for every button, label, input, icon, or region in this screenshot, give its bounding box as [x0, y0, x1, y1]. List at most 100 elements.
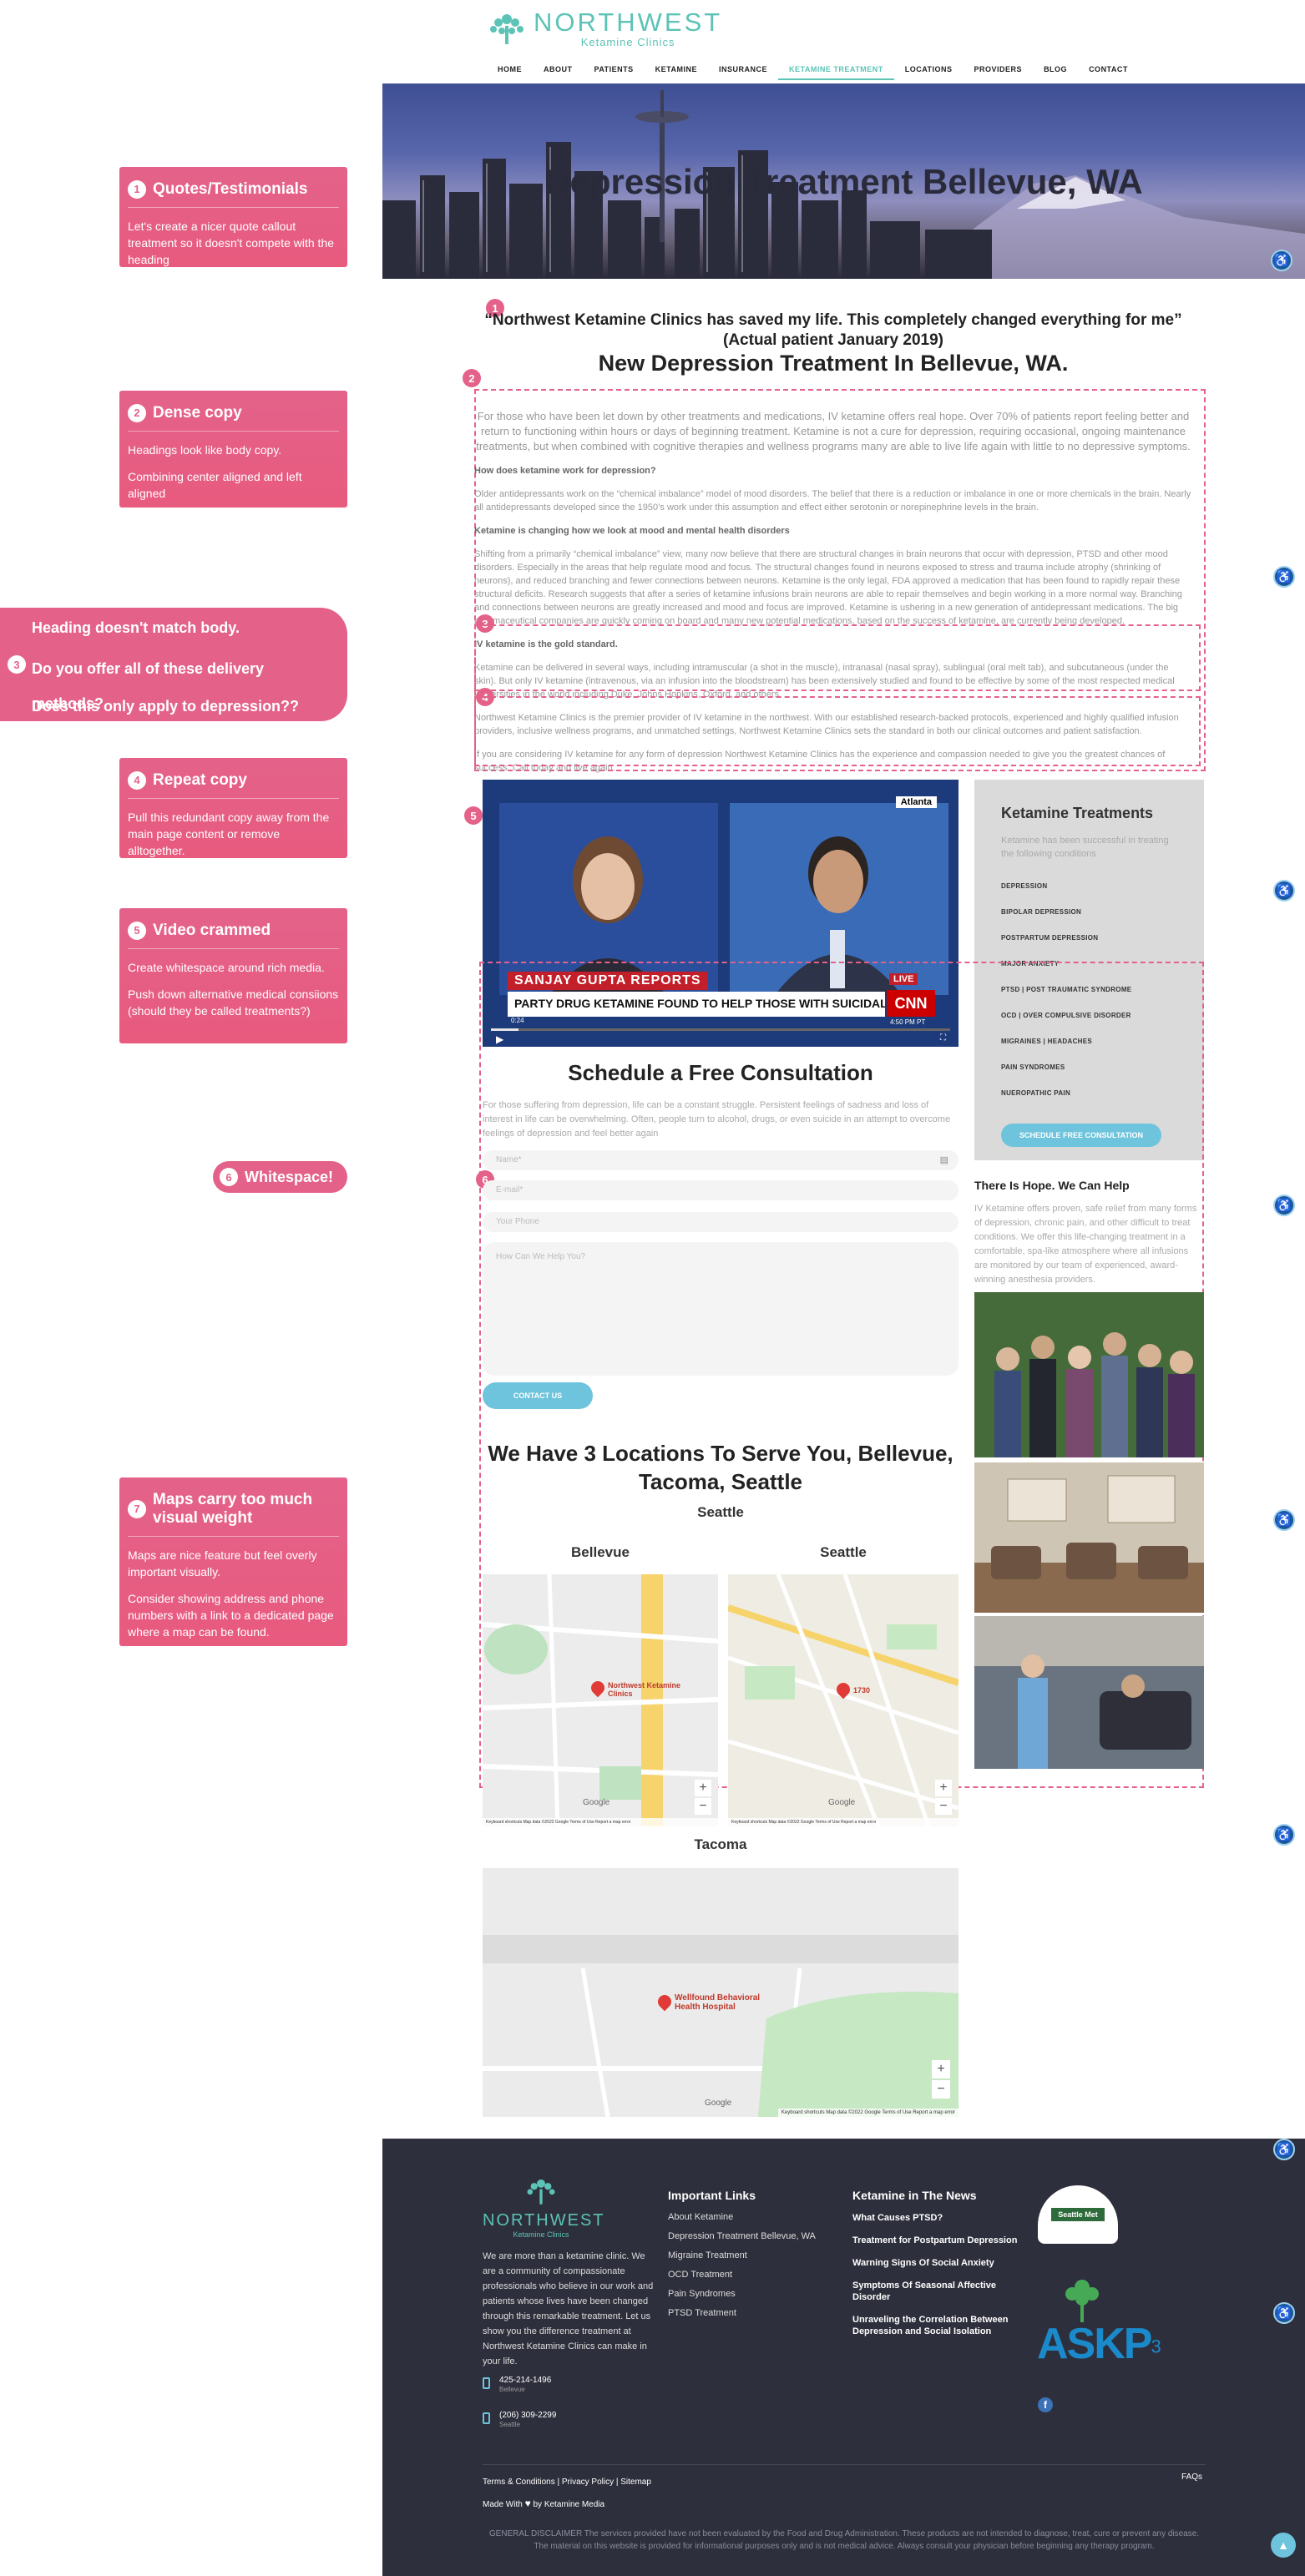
treatment-item[interactable]: BIPOLAR DEPRESSION	[1001, 908, 1177, 934]
zoom-in-icon[interactable]: +	[695, 1780, 711, 1796]
nav-providers[interactable]: PROVIDERS	[964, 62, 1034, 80]
locations-title: We Have 3 Locations To Serve You, Bellev…	[488, 1441, 953, 1494]
nav-locations[interactable]: LOCATIONS	[894, 62, 964, 80]
map-label-bellevue: Bellevue	[571, 1544, 630, 1560]
annotation-repeat-copy: 4 Repeat copy Pull this redundant copy aw…	[119, 758, 347, 858]
site-logo[interactable]: NORTHWEST Ketamine Clinics	[487, 7, 722, 50]
clinic-infusion-photo	[974, 1616, 1204, 1769]
phone-icon	[483, 2377, 490, 2389]
made-by-text[interactable]: by Ketamine Media	[533, 2500, 604, 2509]
logo-subtitle: Ketamine Clinics	[580, 35, 675, 48]
footer-phone-2[interactable]: (206) 309-2299	[499, 2411, 556, 2420]
annotation-dense-copy: 2 Dense copy Headings look like body copy…	[119, 391, 347, 508]
testimonial-quote: “Northwest Ketamine Clinics has saved my…	[484, 311, 1182, 349]
email-field[interactable]: E-mail*	[483, 1180, 959, 1200]
annotation-maps: 7 Maps carry too much visual weight Maps …	[119, 1477, 347, 1646]
website-mockup: NORTHWEST Ketamine Clinics HOME ABOUT PA…	[382, 0, 1305, 2576]
hope-title: There Is Hope. We Can Help	[974, 1179, 1130, 1192]
zoom-out-icon[interactable]: −	[935, 1798, 952, 1815]
message-field[interactable]: How Can We Help You?	[483, 1242, 959, 1376]
zoom-in-icon[interactable]: +	[932, 2060, 950, 2078]
nav-insurance[interactable]: INSURANCE	[708, 62, 778, 80]
map-google-logo: Google	[583, 1798, 610, 1807]
zoom-in-icon[interactable]: +	[935, 1780, 952, 1796]
footer-link[interactable]: Pain Syndromes	[668, 2289, 835, 2299]
zoom-out-icon[interactable]: −	[695, 1798, 711, 1815]
map-tacoma[interactable]: Wellfound Behavioral Health Hospital + −…	[483, 1868, 959, 2117]
nav-patients[interactable]: PATIENTS	[584, 62, 645, 80]
nav-about[interactable]: ABOUT	[533, 62, 584, 80]
team-photo-image	[974, 1292, 1204, 1457]
nav-ketamine[interactable]: KETAMINE	[645, 62, 708, 80]
annotation-text: Consider showing address and phone numbe…	[128, 1592, 334, 1639]
news-link[interactable]: Unraveling the Correlation Between Depre…	[852, 2314, 1019, 2337]
treatment-item[interactable]: DEPRESSION	[1001, 882, 1177, 908]
facebook-icon[interactable]: f	[1038, 2397, 1053, 2412]
map-pin-label: Northwest Ketamine Clinics	[608, 1681, 681, 1698]
news-link[interactable]: Warning Signs Of Social Anxiety	[852, 2257, 1019, 2269]
map-bellevue-tiles	[483, 1574, 718, 1826]
accessibility-icon[interactable]: ♿	[1273, 1509, 1295, 1531]
phone-field[interactable]: Your Phone	[483, 1212, 959, 1232]
treatment-item[interactable]: POSTPARTUM DEPRESSION	[1001, 934, 1177, 960]
footer-link[interactable]: Migraine Treatment	[668, 2250, 835, 2260]
news-link[interactable]: Symptoms Of Seasonal Affective Disorder	[852, 2280, 1019, 2303]
nav-home[interactable]: HOME	[487, 62, 533, 80]
nav-ketamine-treatment[interactable]: KETAMINE TREATMENT	[778, 62, 894, 80]
footer-link[interactable]: About Ketamine	[668, 2212, 835, 2222]
footer-faqs-link[interactable]: FAQs	[1181, 2472, 1202, 2482]
annotation-number: 7	[128, 1500, 146, 1518]
annotation-title: Repeat copy	[153, 771, 247, 789]
accessibility-icon[interactable]: ♿	[1273, 2139, 1295, 2160]
sidebar-intro: Ketamine has been successful in treating…	[1001, 836, 1169, 859]
footer-link[interactable]: PTSD Treatment	[668, 2308, 835, 2318]
map-pin-label: 1730	[853, 1686, 871, 1695]
askp-tree-icon	[1065, 2280, 1099, 2322]
accessibility-icon[interactable]: ♿	[1271, 250, 1292, 271]
footer-link[interactable]: OCD Treatment	[668, 2270, 835, 2280]
seattle-met-seal: Seattle Met	[1038, 2185, 1118, 2244]
news-link[interactable]: Treatment for Postpartum Depression	[852, 2235, 1019, 2246]
annotation-marker-5: 5	[464, 806, 483, 825]
name-field[interactable]: Name* ▤	[483, 1150, 959, 1170]
accessibility-icon[interactable]: ♿	[1273, 2302, 1295, 2324]
annotation-line: Heading doesn't match body.	[32, 619, 240, 636]
paragraph-how-it-works: Older antidepressants work on the “chemi…	[474, 489, 1191, 513]
map-seattle-tiles	[728, 1574, 959, 1826]
accessibility-icon[interactable]: ♿	[1273, 1824, 1295, 1846]
nav-blog[interactable]: BLOG	[1033, 62, 1078, 80]
email-placeholder: E-mail*	[496, 1185, 524, 1195]
map-google-logo: Google	[705, 2099, 732, 2108]
back-to-top-icon[interactable]: ▲	[1271, 2533, 1296, 2558]
map-bellevue[interactable]: Northwest Ketamine Clinics + − Google Ke…	[483, 1574, 718, 1826]
map-seattle[interactable]: 1730 + − Google Keyboard shortcuts Map d…	[728, 1574, 959, 1826]
askp-logo-text: ASKP	[1037, 2320, 1152, 2368]
map-label-tacoma: Tacoma	[694, 1836, 747, 1852]
accessibility-icon[interactable]: ♿	[1273, 566, 1295, 588]
annotation-marker-2: 2	[463, 369, 481, 387]
contact-us-button[interactable]: CONTACT US	[483, 1382, 593, 1409]
annotation-number: 4	[128, 771, 146, 790]
subheading-how-it-works: How does ketamine work for depression?	[474, 466, 656, 476]
annotation-video-crammed: 5 Video crammed Create whitespace around …	[119, 908, 347, 1043]
main-nav: HOME ABOUT PATIENTS KETAMINE INSURANCE K…	[487, 62, 1139, 80]
zoom-out-icon[interactable]: −	[932, 2080, 950, 2099]
askp-logo: ASKP3	[1037, 2319, 1161, 2369]
hero-title: Depression Treatment Bellevue, WA	[544, 162, 1143, 201]
footer-logo[interactable]: NORTHWEST Ketamine Clinics	[483, 2175, 604, 2239]
made-with-text: Made With	[483, 2500, 523, 2509]
footer-link[interactable]: Depression Treatment Bellevue, WA	[668, 2231, 835, 2241]
footer-legal-links[interactable]: Terms & Conditions | Privacy Policy | Si…	[483, 2478, 651, 2487]
askp-logo-sup: 3	[1151, 2336, 1161, 2357]
accessibility-icon[interactable]: ♿	[1273, 1195, 1295, 1216]
annotation-number: 6	[220, 1168, 238, 1186]
footer-phone-1[interactable]: 425-214-1496	[499, 2376, 551, 2385]
nav-contact[interactable]: CONTACT	[1078, 62, 1139, 80]
annotation-text: Create whitespace around rich media.	[128, 961, 325, 974]
accessibility-icon[interactable]: ♿	[1273, 880, 1295, 902]
news-link[interactable]: What Causes PTSD?	[852, 2212, 1019, 2224]
map-pin-label: Wellfound Behavioral Health Hospital	[675, 1993, 761, 2012]
message-placeholder: How Can We Help You?	[496, 1252, 586, 1261]
name-placeholder: Name*	[496, 1155, 522, 1164]
site-footer: ♿ ♿ NORTHWEST Ketamine Clinics We are mo…	[382, 2139, 1305, 2576]
